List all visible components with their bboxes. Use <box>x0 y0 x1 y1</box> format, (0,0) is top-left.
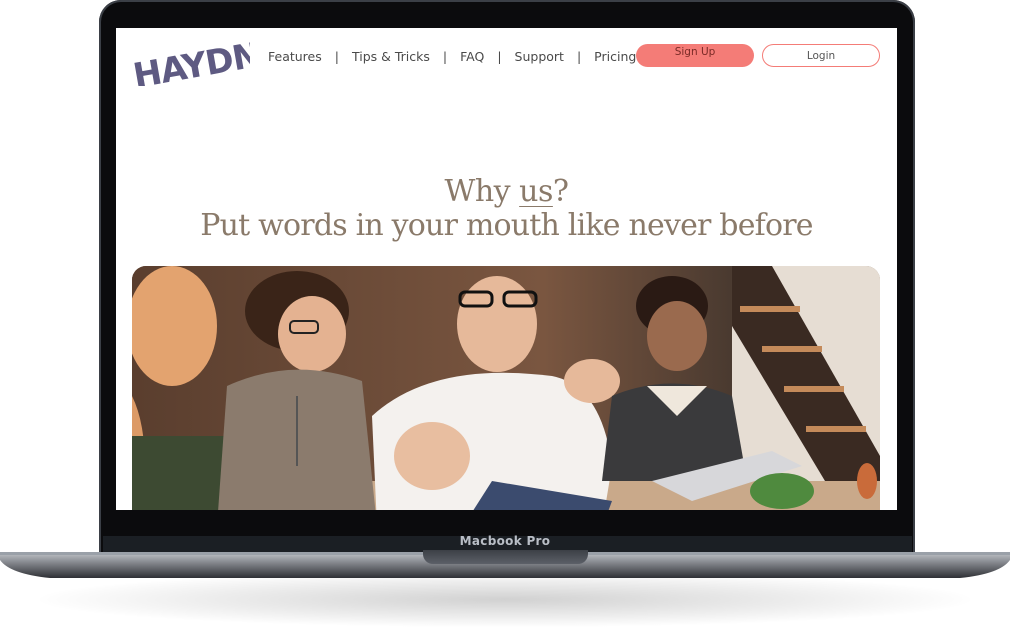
hero-photo <box>132 266 880 510</box>
hero-title-suffix: ? <box>552 174 569 209</box>
team-meeting-illustration <box>132 266 880 510</box>
hero-title-line1: Why us? <box>116 174 897 209</box>
laptop-opening-notch <box>423 550 588 564</box>
laptop-shadow <box>40 572 970 627</box>
nav-separator: | <box>334 48 339 64</box>
main-nav: Features | Tips & Tricks | FAQ | Support… <box>268 46 636 66</box>
logo-text: HAYDN <box>130 35 250 86</box>
nav-item-support[interactable]: Support <box>515 49 564 64</box>
login-button[interactable]: Login <box>762 44 880 67</box>
device-label: Macbook Pro <box>459 534 551 548</box>
nav-separator: | <box>497 48 502 64</box>
hero-title-line2: Put words in your mouth like never befor… <box>200 208 813 243</box>
signup-button[interactable]: Sign Up <box>636 44 754 67</box>
nav-item-pricing[interactable]: Pricing <box>594 49 636 64</box>
nav-item-faq[interactable]: FAQ <box>460 49 484 64</box>
nav-item-features[interactable]: Features <box>268 49 322 64</box>
nav-item-tips-tricks[interactable]: Tips & Tricks <box>352 49 430 64</box>
haydn-logo[interactable]: HAYDN <box>130 34 250 86</box>
nav-separator: | <box>442 48 448 64</box>
hero-title-underlined: us <box>519 174 553 209</box>
hero-title-prefix: Why <box>444 174 520 209</box>
nav-separator: | <box>576 48 582 64</box>
laptop-screen: HAYDN Features | Tips & Tricks | FAQ | S… <box>116 28 897 510</box>
